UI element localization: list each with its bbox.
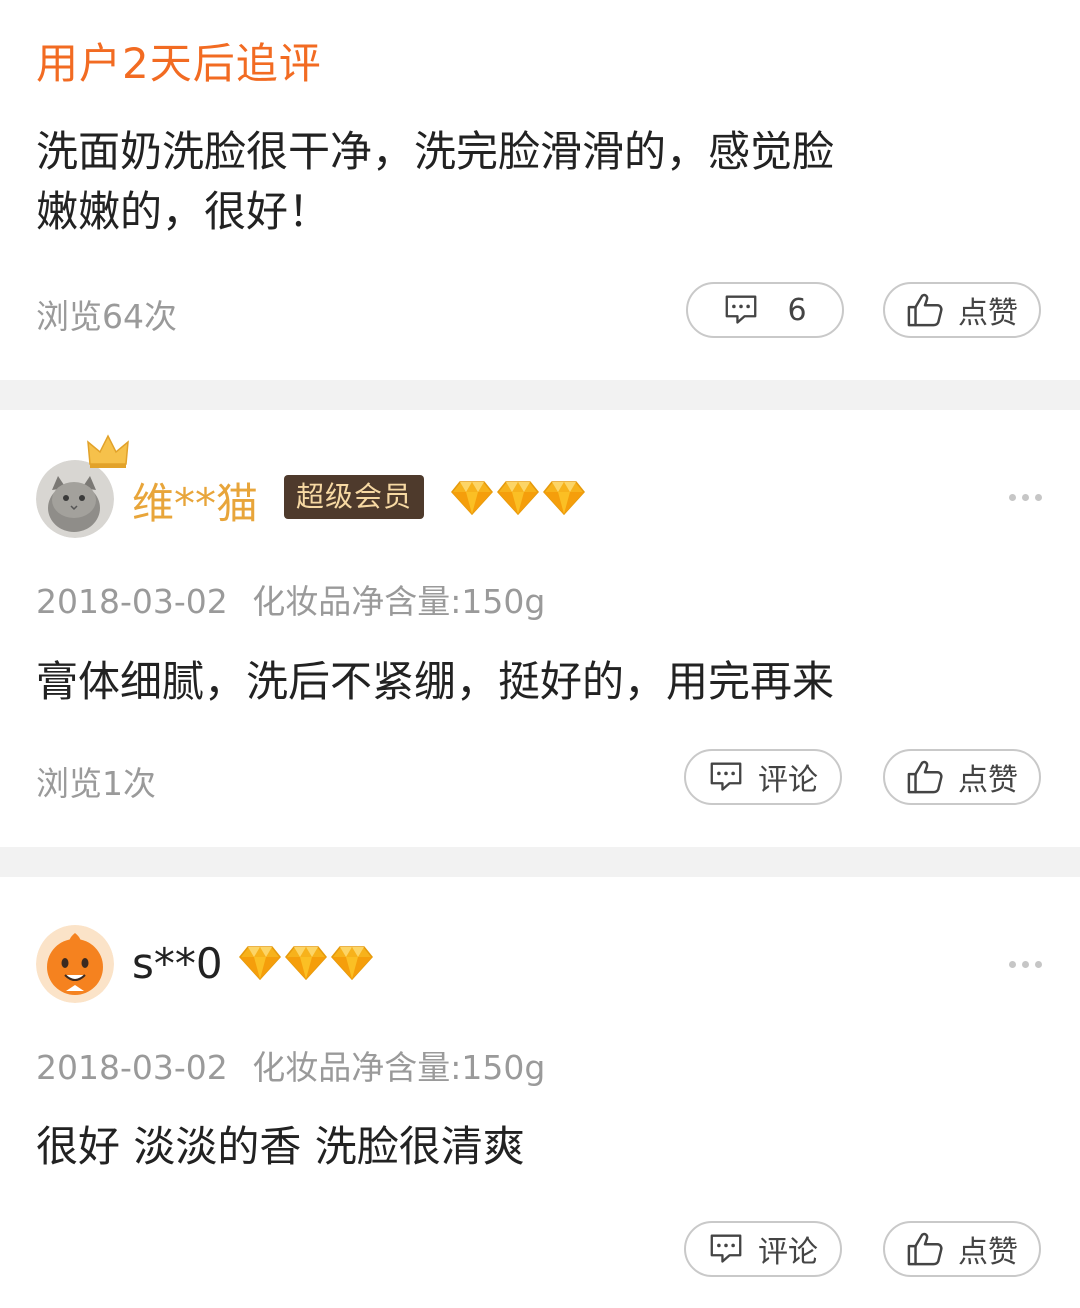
vip-badge: 超级会员 bbox=[284, 475, 425, 519]
section-divider bbox=[0, 380, 1080, 410]
more-options-icon[interactable] bbox=[1009, 961, 1042, 968]
diamond-icon bbox=[284, 945, 328, 981]
comment-button[interactable]: 6 bbox=[686, 282, 844, 338]
diamond-icon bbox=[496, 480, 540, 516]
member-level-diamonds bbox=[450, 480, 586, 516]
followup-content-line1: 洗面奶洗脸很干净，洗完脸滑滑的，感觉脸 bbox=[36, 127, 835, 176]
like-label: 点赞 bbox=[958, 296, 1018, 331]
review-card: s**0 2018-03-02 化妆品净含量:150g 很好 淡淡的香 洗脸很清… bbox=[0, 877, 1080, 1308]
thumbs-up-icon bbox=[906, 759, 944, 795]
followup-content: 洗面奶洗脸很干净，洗完脸滑滑的，感觉脸 嫩嫩的，很好！ bbox=[36, 122, 936, 242]
review-meta: 2018-03-02 化妆品净含量:150g bbox=[36, 1041, 545, 1089]
username: s**0 bbox=[132, 939, 223, 988]
product-spec: 化妆品净含量:150g bbox=[252, 582, 546, 621]
review-card: 维**猫 超级会员 2018-03-02 化妆品净含量:150g 膏体细腻，洗后… bbox=[0, 410, 1080, 847]
username: 维**猫 bbox=[132, 479, 259, 528]
thumbs-up-icon bbox=[906, 292, 944, 328]
like-button[interactable]: 点赞 bbox=[883, 282, 1041, 338]
product-spec: 化妆品净含量:150g bbox=[252, 1048, 546, 1087]
followup-title: 用户2天后追评 bbox=[36, 39, 322, 88]
thumbs-up-icon bbox=[906, 1231, 944, 1267]
section-divider bbox=[0, 847, 1080, 877]
comment-label: 评论 bbox=[758, 763, 818, 798]
comment-icon bbox=[708, 1233, 744, 1265]
more-options-icon[interactable] bbox=[1009, 494, 1042, 501]
comment-label: 评论 bbox=[758, 1235, 818, 1270]
like-label: 点赞 bbox=[958, 1235, 1018, 1270]
comment-button[interactable]: 评论 bbox=[684, 1221, 842, 1277]
followup-review-card: 用户2天后追评 洗面奶洗脸很干净，洗完脸滑滑的，感觉脸 嫩嫩的，很好！ 浏览64… bbox=[0, 0, 1080, 380]
review-date: 2018-03-02 bbox=[36, 582, 228, 621]
comment-button[interactable]: 评论 bbox=[684, 749, 842, 805]
comment-icon bbox=[723, 294, 759, 326]
diamond-icon bbox=[238, 945, 282, 981]
review-content: 很好 淡淡的香 洗脸很清爽 bbox=[36, 1122, 525, 1171]
comment-count: 6 bbox=[787, 292, 807, 328]
like-label: 点赞 bbox=[958, 763, 1018, 798]
followup-content-line2: 嫩嫩的，很好！ bbox=[36, 187, 331, 236]
crown-icon bbox=[87, 434, 129, 468]
cat-avatar-icon bbox=[36, 460, 114, 538]
diamond-icon bbox=[542, 480, 586, 516]
like-button[interactable]: 点赞 bbox=[883, 749, 1041, 805]
orange-mascot-icon bbox=[36, 925, 114, 1003]
view-count: 浏览1次 bbox=[36, 764, 156, 803]
diamond-icon bbox=[450, 480, 494, 516]
avatar[interactable] bbox=[36, 460, 114, 538]
view-count: 浏览64次 bbox=[36, 297, 177, 336]
diamond-icon bbox=[330, 945, 374, 981]
comment-icon bbox=[708, 761, 744, 793]
review-content: 膏体细腻，洗后不紧绷，挺好的，用完再来 bbox=[36, 657, 835, 706]
review-date: 2018-03-02 bbox=[36, 1048, 228, 1087]
like-button[interactable]: 点赞 bbox=[883, 1221, 1041, 1277]
member-level-diamonds bbox=[238, 945, 374, 981]
review-meta: 2018-03-02 化妆品净含量:150g bbox=[36, 575, 545, 623]
avatar[interactable] bbox=[36, 925, 114, 1003]
